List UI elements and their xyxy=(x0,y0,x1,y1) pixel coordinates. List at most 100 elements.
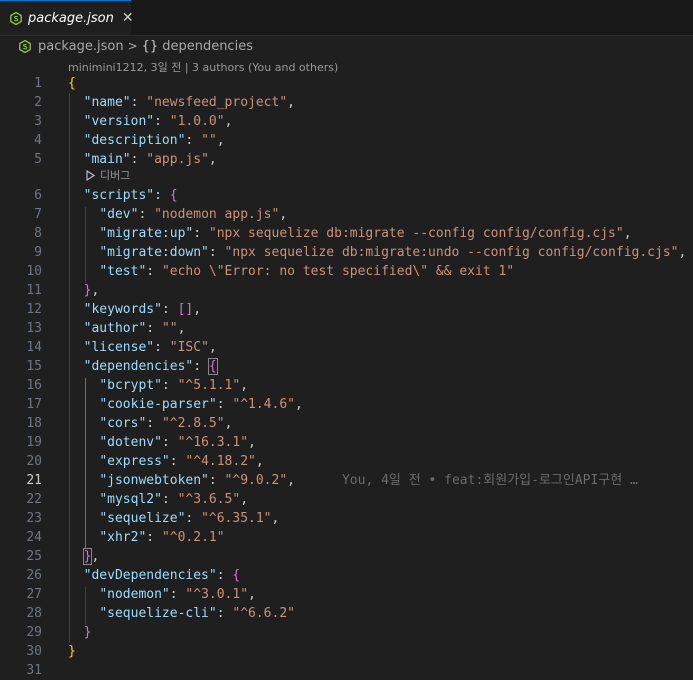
code-token: , xyxy=(271,511,280,526)
line-number: 28 xyxy=(26,606,42,621)
code-token: "ISC" xyxy=(169,340,209,355)
code-line[interactable]: 1{ xyxy=(0,74,693,93)
code-line[interactable]: 13 "author": "", xyxy=(0,319,693,338)
code-token: "name" xyxy=(83,95,131,110)
code-text: }, xyxy=(68,547,99,566)
line-number: 1 xyxy=(34,76,42,91)
tab-bar: package.json ✕ xyxy=(0,0,693,36)
code-token: : xyxy=(154,188,170,203)
code-line[interactable]: 21 "jsonwebtoken": "^9.0.2", You, 4일 전 •… xyxy=(0,471,693,490)
line-number: 5 xyxy=(34,152,42,167)
code-token: : xyxy=(161,492,178,507)
code-text: "keywords": [], xyxy=(68,300,201,319)
code-token: , xyxy=(240,492,249,507)
code-line[interactable]: 31 xyxy=(0,661,693,680)
code-line[interactable]: 3 "version": "1.0.0", xyxy=(0,112,693,131)
code-token: "npx sequelize db:migrate:undo --config … xyxy=(224,245,679,260)
code-line[interactable]: 24 "xhr2": "^0.2.1" xyxy=(0,528,693,547)
code-line[interactable]: 20 "express": "^4.18.2", xyxy=(0,452,693,471)
code-text: { xyxy=(68,74,76,93)
code-text: "dev": "nodemon app.js", xyxy=(68,205,287,224)
line-number: 6 xyxy=(34,188,42,203)
code-token: { xyxy=(232,568,241,583)
code-text: "sequelize-cli": "^6.6.2" xyxy=(68,604,295,623)
line-number: 31 xyxy=(26,663,42,678)
code-token: "^9.0.2" xyxy=(224,473,288,488)
line-number: 25 xyxy=(26,549,42,564)
code-line[interactable]: 28 "sequelize-cli": "^6.6.2" xyxy=(0,604,693,623)
code-line[interactable]: 12 "keywords": [], xyxy=(0,300,693,319)
close-icon[interactable]: ✕ xyxy=(122,10,134,26)
code-token: "^6.35.1" xyxy=(201,511,272,526)
breadcrumb-file[interactable]: package.json xyxy=(38,39,124,54)
code-token: "cookie-parser" xyxy=(99,397,217,412)
code-token: "" xyxy=(201,133,217,148)
code-token: : xyxy=(208,245,225,260)
code-line[interactable]: 17 "cookie-parser": "^1.4.6", xyxy=(0,395,693,414)
code-line[interactable]: 19 "dotenv": "^16.3.1", xyxy=(0,433,693,452)
line-number: 21 xyxy=(26,473,42,488)
code-line[interactable]: 29 } xyxy=(0,623,693,642)
code-line[interactable]: 30} xyxy=(0,642,693,661)
code-line[interactable]: 18 "cors": "^2.8.5", xyxy=(0,414,693,433)
tab-package-json[interactable]: package.json ✕ xyxy=(0,0,134,35)
code-line[interactable]: 15 "dependencies": { xyxy=(0,357,693,376)
object-symbol-icon: {} xyxy=(141,38,159,54)
tab-title: package.json xyxy=(28,10,114,26)
code-text: "devDependencies": { xyxy=(68,566,241,585)
inline-git-blame[interactable]: You, 4일 전 • feat:회원가입-로그인API구현 … xyxy=(295,473,638,488)
code-editor[interactable]: 1{2 "name": "newsfeed_project", 3 "versio… xyxy=(0,74,693,678)
breadcrumb-symbol-dependencies[interactable]: dependencies xyxy=(162,39,253,54)
git-blame-codelens[interactable]: minimini1212, 3일 전 | 3 authors (You and … xyxy=(68,59,338,75)
code-line[interactable]: 25 }, xyxy=(0,547,693,566)
code-line[interactable]: 26 "devDependencies": { xyxy=(0,566,693,585)
code-token: : xyxy=(130,152,147,167)
code-token: : xyxy=(146,264,162,279)
code-line[interactable]: 11 }, xyxy=(0,281,693,300)
code-line[interactable]: 16 "bcrypt": "^5.1.1", xyxy=(0,376,693,395)
code-text: "nodemon": "^3.0.1", xyxy=(68,585,256,604)
code-line[interactable]: 10 "test": "echo \"Error: no test specif… xyxy=(0,262,693,281)
code-line[interactable]: 6 "scripts": { xyxy=(0,186,693,205)
code-line[interactable]: 14 "license": "ISC", xyxy=(0,338,693,357)
code-line[interactable]: 7 "dev": "nodemon app.js", xyxy=(0,205,693,224)
code-line[interactable]: 23 "sequelize": "^6.35.1", xyxy=(0,509,693,528)
code-line[interactable]: 8 "migrate:up": "npx sequelize db:migrat… xyxy=(0,224,693,243)
code-token: "app.js" xyxy=(146,152,209,167)
code-token: , xyxy=(295,397,303,412)
code-token: "jsonwebtoken" xyxy=(99,473,209,488)
code-token: "xhr2" xyxy=(99,530,147,545)
code-line[interactable]: 27 "nodemon": "^3.0.1", xyxy=(0,585,693,604)
code-line[interactable]: 4 "description": "", xyxy=(0,131,693,150)
code-token: "1.0.0" xyxy=(169,114,225,129)
code-token: "newsfeed_project" xyxy=(146,95,288,110)
debug-label: 디버그 xyxy=(100,169,131,182)
line-number: 9 xyxy=(34,245,42,260)
code-token: "main" xyxy=(83,152,131,167)
code-text: "mysql2": "^3.6.5", xyxy=(68,490,248,509)
code-token: { xyxy=(207,358,218,375)
code-line[interactable]: 2 "name": "newsfeed_project", xyxy=(0,93,693,112)
code-token: "dotenv" xyxy=(99,435,162,450)
line-number: 16 xyxy=(26,378,42,393)
code-token: "devDependencies" xyxy=(83,568,217,583)
code-line[interactable]: 9 "migrate:down": "npx sequelize db:migr… xyxy=(0,243,693,262)
code-text: "xhr2": "^0.2.1" xyxy=(68,528,225,547)
code-line[interactable]: 22 "mysql2": "^3.6.5", xyxy=(0,490,693,509)
code-token: "cors" xyxy=(99,416,147,431)
debug-codelens[interactable]: 디버그 xyxy=(86,167,130,183)
line-number: 2 xyxy=(34,95,42,110)
line-number: 22 xyxy=(26,492,42,507)
code-token: "^0.2.1" xyxy=(161,530,225,545)
